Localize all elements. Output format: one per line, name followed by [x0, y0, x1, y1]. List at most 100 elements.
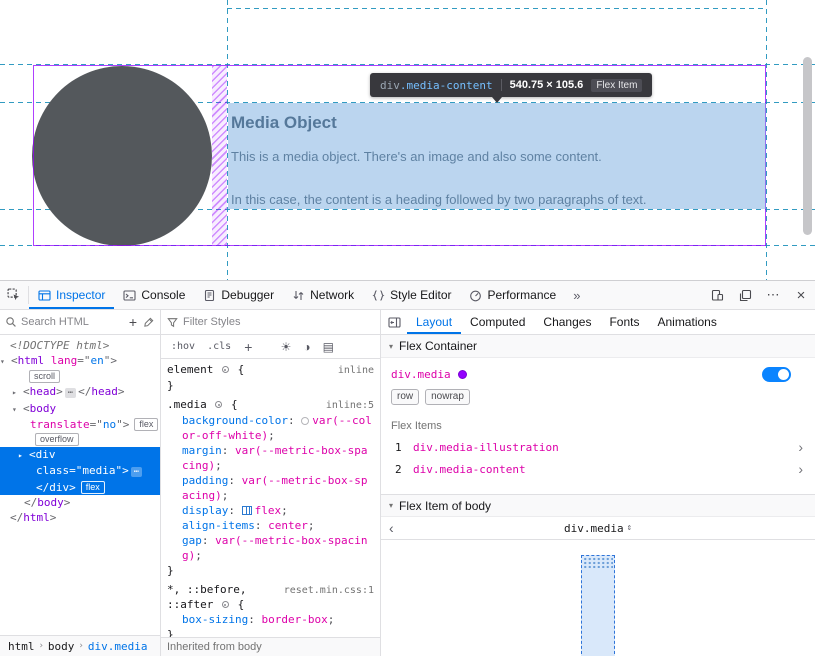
flex-direction-badge: row [391, 389, 419, 405]
devtools-tab-network[interactable]: Network [283, 281, 363, 309]
flex-item-sizing-diagram [381, 540, 815, 656]
devtools-tab-performance[interactable]: Performance [460, 281, 565, 309]
markup-line[interactable]: ▾<body [0, 401, 160, 417]
css-declaration[interactable]: box-sizing: border-box; [167, 612, 374, 627]
selector-highlighter-icon[interactable] [222, 366, 229, 373]
sidebar-tab-computed[interactable]: Computed [461, 310, 534, 334]
selector-highlighter-icon[interactable] [215, 401, 222, 408]
markup-token: </ [24, 496, 37, 509]
filter-styles-input[interactable] [183, 316, 374, 328]
markup-token: > [118, 385, 125, 398]
twisty-icon[interactable]: ▸ [18, 448, 29, 463]
flex-container-section-header[interactable]: ▾ Flex Container [381, 335, 815, 358]
flex-badge[interactable]: flex [134, 418, 158, 431]
responsive-design-button[interactable] [703, 289, 731, 302]
class-toggle[interactable]: .cls [203, 339, 235, 354]
css-declaration[interactable]: display: flex; [167, 503, 374, 518]
close-devtools-button[interactable]: × [787, 287, 815, 304]
flex-item-selector-value: div.media [564, 522, 624, 535]
flex-direction-badges: row nowrap [381, 387, 815, 413]
devtools-menu-button[interactable]: ⋯ [759, 287, 787, 303]
tab-label: Performance [487, 288, 556, 302]
add-node-button[interactable]: + [127, 314, 139, 330]
breadcrumb-item-div.media[interactable]: div.media [84, 639, 152, 654]
markup-token: head [91, 385, 118, 398]
separate-window-button[interactable] [731, 289, 759, 302]
flex-item-row[interactable]: 1div.media-illustration› [381, 436, 815, 458]
chevron-down-icon[interactable]: ▾ [389, 342, 393, 351]
markup-line[interactable]: ▾<html lang="en"> [0, 353, 160, 369]
flex-overlay-toggle[interactable] [762, 367, 791, 382]
rule-source-link[interactable]: inline [338, 363, 374, 378]
light-scheme-icon[interactable]: ☀ [281, 340, 292, 354]
twisty-icon[interactable]: ▸ [12, 385, 23, 400]
print-simulation-icon[interactable]: ▤ [323, 340, 334, 354]
flex-container-title: Flex Container [399, 339, 477, 353]
markup-line[interactable]: </body> [0, 495, 160, 510]
sidebar-tab-changes[interactable]: Changes [534, 310, 600, 334]
page-scrollbar[interactable] [803, 57, 812, 235]
selector-highlighter-icon[interactable] [222, 601, 229, 608]
markup-line[interactable]: ▸<div [0, 447, 160, 463]
devtools-tab-console[interactable]: Console [114, 281, 194, 309]
overflow-badge[interactable]: overflow [35, 433, 79, 446]
sidebar-tab-layout[interactable]: Layout [407, 310, 461, 334]
css-declaration[interactable]: background-color: var(--color-off-white)… [167, 413, 374, 443]
markup-line[interactable]: translate="no">flex [0, 417, 160, 432]
flex-item-section-header[interactable]: ▾ Flex Item of body [381, 494, 815, 517]
dark-scheme-icon[interactable]: ◑ [303, 340, 310, 354]
scheme-simulation-group: ☀ ◑ ▤ [281, 340, 334, 354]
scroll-badge[interactable]: scroll [29, 370, 60, 383]
css-declaration[interactable]: margin: var(--metric-box-spacing); [167, 443, 374, 473]
back-chevron-icon[interactable]: ‹ [389, 521, 409, 535]
markup-line[interactable]: <!DOCTYPE html> [0, 338, 160, 353]
markup-line[interactable]: scroll [0, 369, 160, 384]
section-spacer [381, 480, 815, 494]
flex-item-selector-dropdown[interactable]: div.media ⇕ [564, 522, 632, 535]
chevron-down-icon[interactable]: ▾ [389, 501, 393, 510]
rule-selector[interactable]: .media { [167, 397, 318, 412]
rule-selector[interactable]: *, ::before, ::after { [167, 582, 276, 612]
chevron-right-icon[interactable]: › [798, 462, 803, 476]
rule-source-link[interactable]: reset.min.css:1 [284, 583, 374, 598]
devtools-tab-inspector[interactable]: Inspector [29, 281, 114, 309]
flexbox-toggle-icon[interactable] [242, 506, 252, 515]
flex-item-badge: Flex Item [591, 79, 642, 92]
eyedropper-icon[interactable] [143, 316, 155, 328]
twisty-icon[interactable]: ▾ [12, 402, 23, 417]
flex-container-row: div.media [381, 358, 815, 387]
overlay-color-swatch[interactable] [458, 370, 467, 379]
flex-item-size-rect [581, 555, 615, 656]
pseudo-class-toggle[interactable]: :hov [167, 339, 199, 354]
chevron-right-icon[interactable]: › [798, 440, 803, 454]
search-html-input[interactable] [21, 316, 123, 328]
more-tabs-button[interactable]: » [565, 281, 588, 309]
css-declaration[interactable]: align-items: center; [167, 518, 374, 533]
css-declaration[interactable]: gap: var(--metric-box-spacing); [167, 533, 374, 563]
devtools-tab-style-editor[interactable]: Style Editor [363, 281, 460, 309]
markup-token: > [123, 418, 130, 431]
markup-line[interactable]: overflow [0, 432, 160, 447]
rule-selector[interactable]: element { [167, 362, 330, 377]
markup-line[interactable]: class="media">⋯ [0, 463, 160, 480]
add-rule-button[interactable]: + [239, 339, 257, 355]
pick-element-button[interactable] [0, 281, 28, 309]
markup-line[interactable]: </div>flex [0, 480, 160, 495]
twisty-icon[interactable]: ▾ [0, 354, 11, 369]
markup-line[interactable]: ▸<head>⋯</head> [0, 384, 160, 401]
sidebar-toggle-button[interactable] [381, 310, 407, 334]
flex-item-row[interactable]: 2div.media-content› [381, 458, 815, 480]
sidebar-toggle-icon [388, 316, 401, 329]
breadcrumb-item-html[interactable]: html [4, 639, 39, 654]
markup-line[interactable]: </html> [0, 510, 160, 525]
css-declaration[interactable]: padding: var(--metric-box-spacing); [167, 473, 374, 503]
rule-source-link[interactable]: inline:5 [326, 398, 374, 413]
firefox-devtools-window: Media Object This is a media object. The… [0, 0, 815, 656]
flex-badge[interactable]: flex [81, 481, 105, 494]
breadcrumb-item-body[interactable]: body [44, 639, 79, 654]
color-swatch[interactable] [301, 417, 309, 425]
devtools-tab-debugger[interactable]: Debugger [194, 281, 283, 309]
markup-token: =" [69, 464, 82, 477]
sidebar-tab-fonts[interactable]: Fonts [600, 310, 648, 334]
sidebar-tab-animations[interactable]: Animations [648, 310, 725, 334]
